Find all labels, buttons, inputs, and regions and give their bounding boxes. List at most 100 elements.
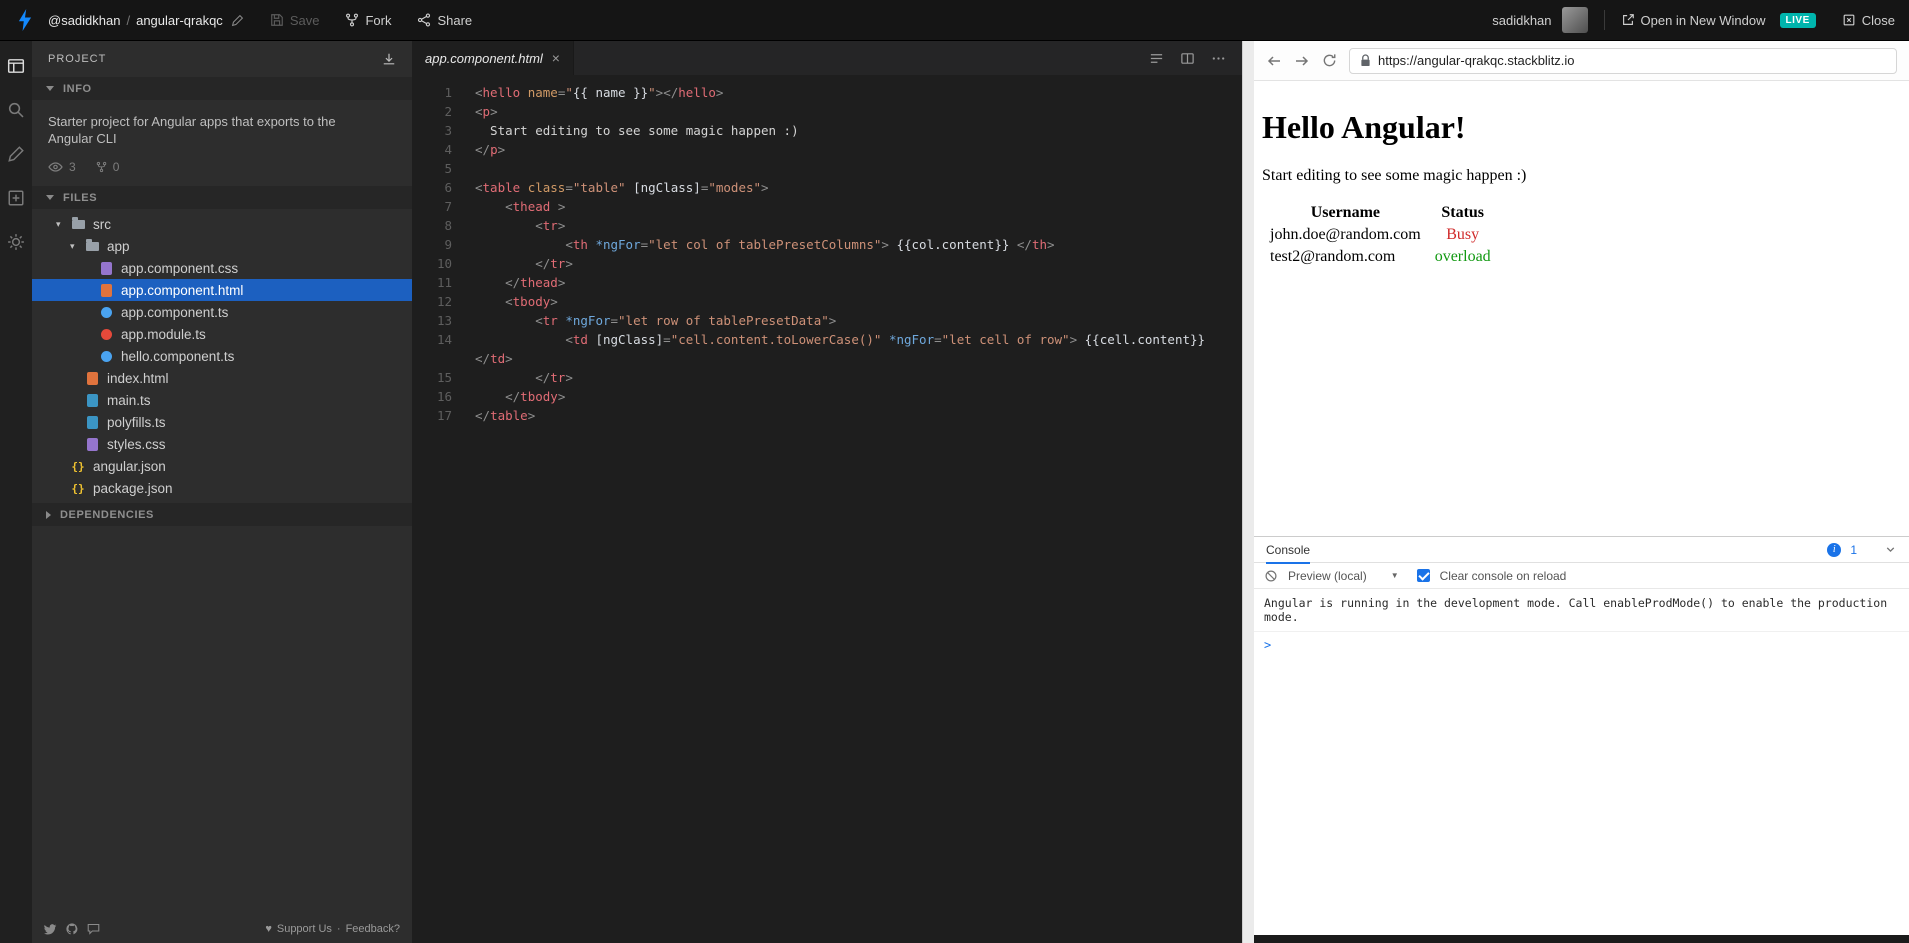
file-item-app[interactable]: ▾ app [32,235,412,257]
clear-on-reload-label: Clear console on reload [1439,568,1567,583]
console-tab[interactable]: Console [1266,537,1311,564]
forward-icon[interactable] [1294,53,1310,69]
line-number: 9 [444,237,452,252]
download-project-icon[interactable] [382,52,396,66]
close-tab-icon[interactable]: × [552,50,560,66]
line-number: 17 [436,408,452,423]
code-line-text: <th *ngFor="let col of tablePresetColumn… [565,237,1055,252]
file-item-app.component.css[interactable]: app.component.css [32,257,412,279]
file-item-app.component.html[interactable]: app.component.html [32,279,412,301]
stackblitz-logo-icon[interactable] [14,9,36,31]
tab-app-component-html[interactable]: app.component.html × [412,41,574,75]
code-line-7[interactable]: 7 <thead > [412,197,1242,216]
chat-icon[interactable] [87,923,100,935]
url-text: https://angular-qrakqc.stackblitz.io [1378,53,1575,68]
code-line-14[interactable]: 14 <td [ngClass]="cell.content.toLowerCa… [412,330,1242,349]
search-icon[interactable] [7,101,25,119]
line-number: 12 [436,294,452,309]
code-line-6[interactable]: 6 <table class="table" [ngClass]="modes"> [412,178,1242,197]
table-header-username: Username [1310,204,1380,221]
code-line-11[interactable]: 11 </thead> [412,273,1242,292]
user-handle[interactable]: @sadidkhan [48,13,120,28]
fork-button[interactable]: Fork [345,13,391,28]
preview-table: Username Status john.doe@random.com Busy te… [1262,201,1499,269]
support-us-link[interactable]: Support Us [277,923,332,935]
json-file-icon: {} [71,459,85,473]
code-line-text: <thead > [505,199,566,214]
code-line-16[interactable]: 16 </tbody> [412,387,1242,406]
split-view-icon[interactable] [1180,51,1195,66]
info-section-title: INFO [63,82,92,95]
save-button[interactable]: Save [270,13,319,28]
section-collapse-icon [46,86,54,91]
file-item-app.module.ts[interactable]: app.module.ts [32,323,412,345]
settings-gear-icon[interactable] [7,233,25,251]
files-section-title: FILES [63,191,98,204]
console-context-dropdown[interactable]: Preview (local) ▼ [1288,569,1399,583]
file-item-styles.css[interactable]: styles.css [32,433,412,455]
folder-file-icon [84,238,100,253]
share-button[interactable]: Share [417,13,472,28]
code-line-2[interactable]: 2 <p> [412,102,1242,121]
file-item-src[interactable]: ▾ src [32,213,412,235]
clear-on-reload-checkbox[interactable] [1416,569,1430,582]
github-icon[interactable] [66,923,78,935]
folder-arrow-icon[interactable]: ▾ [56,219,70,230]
refresh-icon[interactable] [1322,53,1337,68]
files-section-header[interactable]: FILES [32,186,412,209]
code-line-text: </table> [475,408,536,423]
code-line-14w[interactable]: </td> [412,349,1242,368]
info-section-header[interactable]: INFO [32,77,412,100]
avatar[interactable] [1561,7,1588,33]
file-item-app.component.ts[interactable]: app.component.ts [32,301,412,323]
code-line-8[interactable]: 8 <tr> [412,216,1242,235]
file-item-angular.json[interactable]: {} angular.json [32,455,412,477]
url-bar[interactable]: https://angular-qrakqc.stackblitz.io [1349,47,1897,74]
folder-arrow-icon[interactable]: ▾ [70,241,84,252]
code-line-10[interactable]: 10 </tr> [412,254,1242,273]
console-header: Console 1 [1254,537,1909,564]
pen-icon[interactable] [7,145,25,163]
feedback-link[interactable]: Feedback? [346,923,400,935]
word-wrap-icon[interactable] [1149,51,1164,66]
project-stats: 3 0 [48,160,396,174]
code-editor[interactable]: 1 <hello name="{{ name }}"></hello> 2 <p> 3 … [412,75,1242,425]
code-line-1[interactable]: 1 <hello name="{{ name }}"></hello> [412,83,1242,102]
code-line-4[interactable]: 4 </p> [412,140,1242,159]
code-line-9[interactable]: 9 <th *ngFor="let col of tablePresetColu… [412,235,1242,254]
dependencies-section-header[interactable]: DEPENDENCIES [32,503,412,526]
clear-console-icon[interactable] [1264,569,1278,583]
file-item-index.html[interactable]: index.html [32,367,412,389]
file-tree: ▾ src ▾ app app.component.css app.component.h… [32,209,412,503]
code-line-17[interactable]: 17 </table> [412,406,1242,425]
open-new-window-button[interactable]: Open in New Window LIVE [1621,12,1816,28]
file-item-polyfills.ts[interactable]: polyfills.ts [32,411,412,433]
twitter-icon[interactable] [44,923,57,935]
editor-preview-splitter[interactable] [1242,41,1254,943]
code-line-13[interactable]: 13 <tr *ngFor="let row of tablePresetDat… [412,311,1242,330]
file-label: angular.json [93,458,166,474]
code-line-3[interactable]: 3 Start editing to see some magic happen… [412,121,1242,140]
line-number: 8 [444,218,452,233]
more-options-icon[interactable] [1211,51,1226,66]
console-context-label: Preview (local) [1288,568,1367,583]
back-icon[interactable] [1266,53,1282,69]
ports-icon[interactable] [7,189,25,207]
file-item-hello.component.ts[interactable]: hello.component.ts [32,345,412,367]
code-line-12[interactable]: 12 <tbody> [412,292,1242,311]
code-line-text: Start editing to see some magic happen :… [475,123,799,138]
close-button[interactable]: Close [1842,13,1895,28]
code-line-5[interactable]: 5 [412,159,1242,178]
project-files-icon[interactable] [7,57,25,75]
file-label: app.module.ts [121,326,206,342]
fork-icon [345,13,359,27]
username[interactable]: sadidkhan [1492,13,1551,28]
file-item-main.ts[interactable]: main.ts [32,389,412,411]
edit-project-name-icon[interactable] [231,14,244,27]
project-name: angular-qrakqc [136,12,223,28]
console-prompt[interactable]: > [1254,632,1909,658]
table-row: john.doe@random.com Busy [1264,225,1497,245]
file-item-package.json[interactable]: {} package.json [32,477,412,499]
code-line-15[interactable]: 15 </tr> [412,368,1242,387]
collapse-console-icon[interactable] [1884,543,1897,556]
